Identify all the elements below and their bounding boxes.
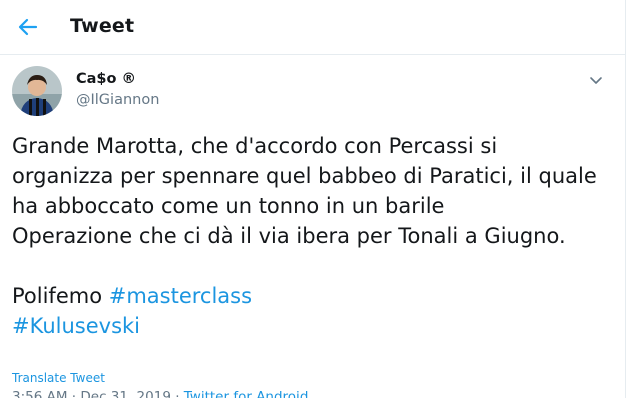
tweet-line: Operazione che ci dà il via ibera per To… bbox=[12, 224, 566, 248]
meta-separator: · bbox=[170, 389, 184, 398]
tweet-date[interactable]: Dec 31, 2019 bbox=[80, 389, 171, 398]
tweet-text: Grande Marotta, che d'accordo con Percas… bbox=[12, 131, 612, 341]
name-badge: ® bbox=[121, 71, 137, 87]
tweet-page: Tweet Ca$o ® @IlGiannon Grande Marotta, … bbox=[0, 0, 630, 398]
meta-separator: · bbox=[67, 389, 81, 398]
tweet-line: organizza per spennare quel babbeo di Pa… bbox=[12, 164, 597, 188]
arrow-left-icon[interactable] bbox=[12, 11, 44, 43]
translate-tweet-link[interactable]: Translate Tweet bbox=[12, 371, 105, 385]
hashtag-link[interactable]: #Kulusevski bbox=[12, 314, 140, 338]
tweet-source-link[interactable]: Twitter for Android bbox=[184, 389, 309, 398]
author-username[interactable]: @IlGiannon bbox=[76, 92, 159, 108]
tweet-line: Grande Marotta, che d'accordo con Percas… bbox=[12, 134, 498, 158]
tweet-time[interactable]: 3:56 AM bbox=[12, 389, 68, 398]
user-avatar-icon bbox=[12, 66, 62, 116]
tweet-line: Polifemo #masterclass bbox=[12, 281, 612, 311]
author-display-name[interactable]: Ca$o ® bbox=[76, 71, 136, 87]
chevron-down-icon[interactable] bbox=[586, 70, 606, 90]
page-title: Tweet bbox=[70, 15, 135, 37]
avatar[interactable] bbox=[12, 66, 62, 116]
hashtag-link[interactable]: #masterclass bbox=[109, 284, 252, 308]
tweet-tail-text: Polifemo bbox=[12, 284, 109, 308]
tweet-metadata: 3:56 AM · Dec 31, 2019 · Twitter for And… bbox=[12, 389, 308, 398]
tweet-line: #Kulusevski bbox=[12, 311, 612, 341]
tweet-line: ha abboccato come un tonno in un barile bbox=[12, 194, 445, 218]
display-name-text: Ca$o bbox=[76, 71, 117, 87]
column-border bbox=[625, 0, 626, 398]
page-header: Tweet bbox=[0, 0, 625, 55]
